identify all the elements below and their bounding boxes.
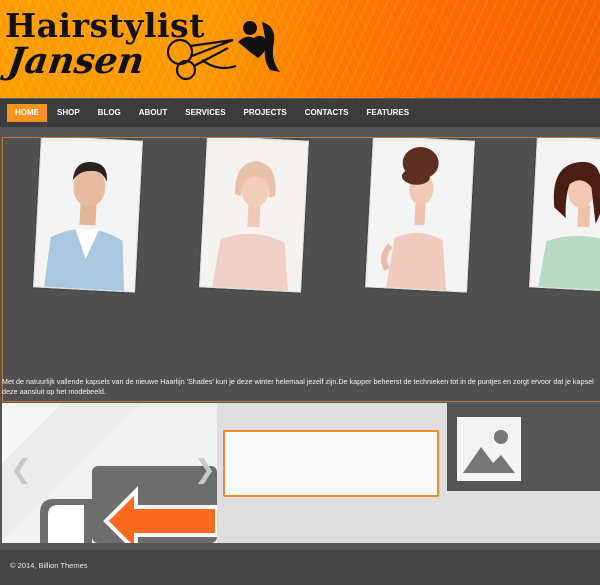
scissors-logo-icon [166,21,280,81]
carousel-graphic [2,403,217,543]
model-photo-curls[interactable] [529,138,600,293]
nav-item-projects[interactable]: PROJECTS [236,104,295,122]
carousel-panel: ❮ ❯ [2,403,217,543]
footer: © 2014, Billion Themes [0,550,600,585]
text-panel [217,403,447,543]
nav-item-shop[interactable]: SHOP [49,104,88,122]
chevron-left-icon[interactable]: ❮ [10,455,32,485]
chevron-right-icon[interactable]: ❯ [194,455,216,485]
nav-item-blog[interactable]: BLOG [90,104,129,122]
nav-item-contacts[interactable]: CONTACTS [297,104,357,122]
nav-item-home[interactable]: HOME [7,104,47,122]
nav-item-about[interactable]: ABOUT [131,104,175,122]
main-nav: HOME SHOP BLOG ABOUT SERVICES PROJECTS C… [0,98,600,127]
copyright-text: © 2014, Billion Themes [10,561,88,570]
model-photo-blonde-bob[interactable] [199,138,309,293]
nav-item-services[interactable]: SERVICES [177,104,233,122]
slider-caption: Met de natuurlijk vallende kapsels van d… [2,377,594,396]
content-box[interactable] [223,430,439,497]
header: Hairstylist Jansen [0,0,600,98]
model-photo-man[interactable] [33,138,143,293]
model-photo-updo[interactable] [365,138,475,293]
image-placeholder-icon[interactable] [457,417,521,481]
feature-panels: ❮ ❯ [2,403,600,543]
image-panel [447,403,600,543]
logo-subtitle[interactable]: Jansen [5,40,147,82]
hero-slider [2,137,600,402]
nav-item-features[interactable]: FEATURES [359,104,418,122]
